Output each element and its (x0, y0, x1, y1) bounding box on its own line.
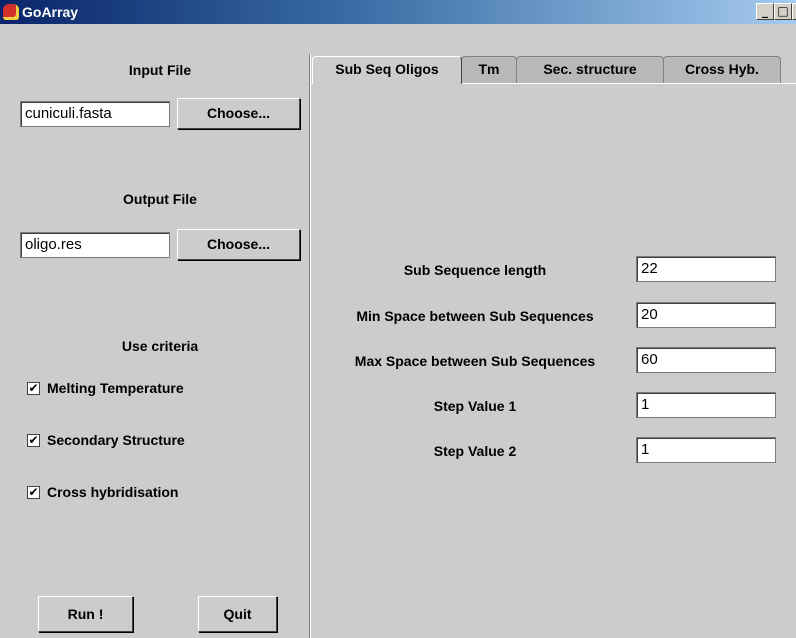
param-label: Max Space between Sub Sequences (354, 353, 596, 369)
output-choose-button[interactable]: Choose... (177, 229, 300, 260)
checkbox-checked-icon[interactable]: ✔ (27, 382, 40, 395)
minimize-button[interactable]: _ (756, 3, 774, 20)
criteria-label: Use criteria (121, 338, 199, 354)
step-value-1-field[interactable]: 1 (636, 392, 776, 418)
output-file-label: Output File (123, 191, 197, 207)
checkbox-checked-icon[interactable]: ✔ (27, 434, 40, 447)
tab-tm[interactable]: Tm (461, 56, 517, 83)
param-label: Sub Sequence length (403, 262, 547, 278)
app-icon (3, 4, 19, 20)
sub-sequence-length-field[interactable]: 22 (636, 256, 776, 282)
param-label: Step Value 2 (433, 443, 517, 459)
checkbox-checked-icon[interactable]: ✔ (27, 486, 40, 499)
input-file-field[interactable]: cuniculi.fasta (20, 101, 170, 127)
step-value-2-field[interactable]: 1 (636, 437, 776, 463)
checkbox-label: Cross hybridisation (47, 484, 179, 500)
tab-sub-seq-oligos[interactable]: Sub Seq Oligos (312, 56, 462, 84)
param-label: Step Value 1 (433, 398, 517, 414)
maximize-button[interactable]: □ (774, 3, 792, 20)
window-title: GoArray (22, 4, 79, 20)
input-choose-button[interactable]: Choose... (177, 98, 300, 129)
input-file-label: Input File (128, 62, 192, 78)
checkbox-label: Melting Temperature (47, 380, 184, 396)
run-button[interactable]: Run ! (38, 596, 133, 632)
max-space-field[interactable]: 60 (636, 347, 776, 373)
panel-divider-highlight (310, 54, 311, 638)
checkbox-label: Secondary Structure (47, 432, 185, 448)
quit-button[interactable]: Quit (198, 596, 277, 632)
tab-sec-structure[interactable]: Sec. structure (516, 56, 664, 83)
param-label: Min Space between Sub Sequences (356, 308, 594, 324)
min-space-field[interactable]: 20 (636, 302, 776, 328)
tab-cross-hyb[interactable]: Cross Hyb. (663, 56, 781, 83)
title-bar: GoArray _ □ × (0, 0, 796, 24)
close-button[interactable]: × (792, 3, 796, 20)
output-file-field[interactable]: oligo.res (20, 232, 170, 258)
